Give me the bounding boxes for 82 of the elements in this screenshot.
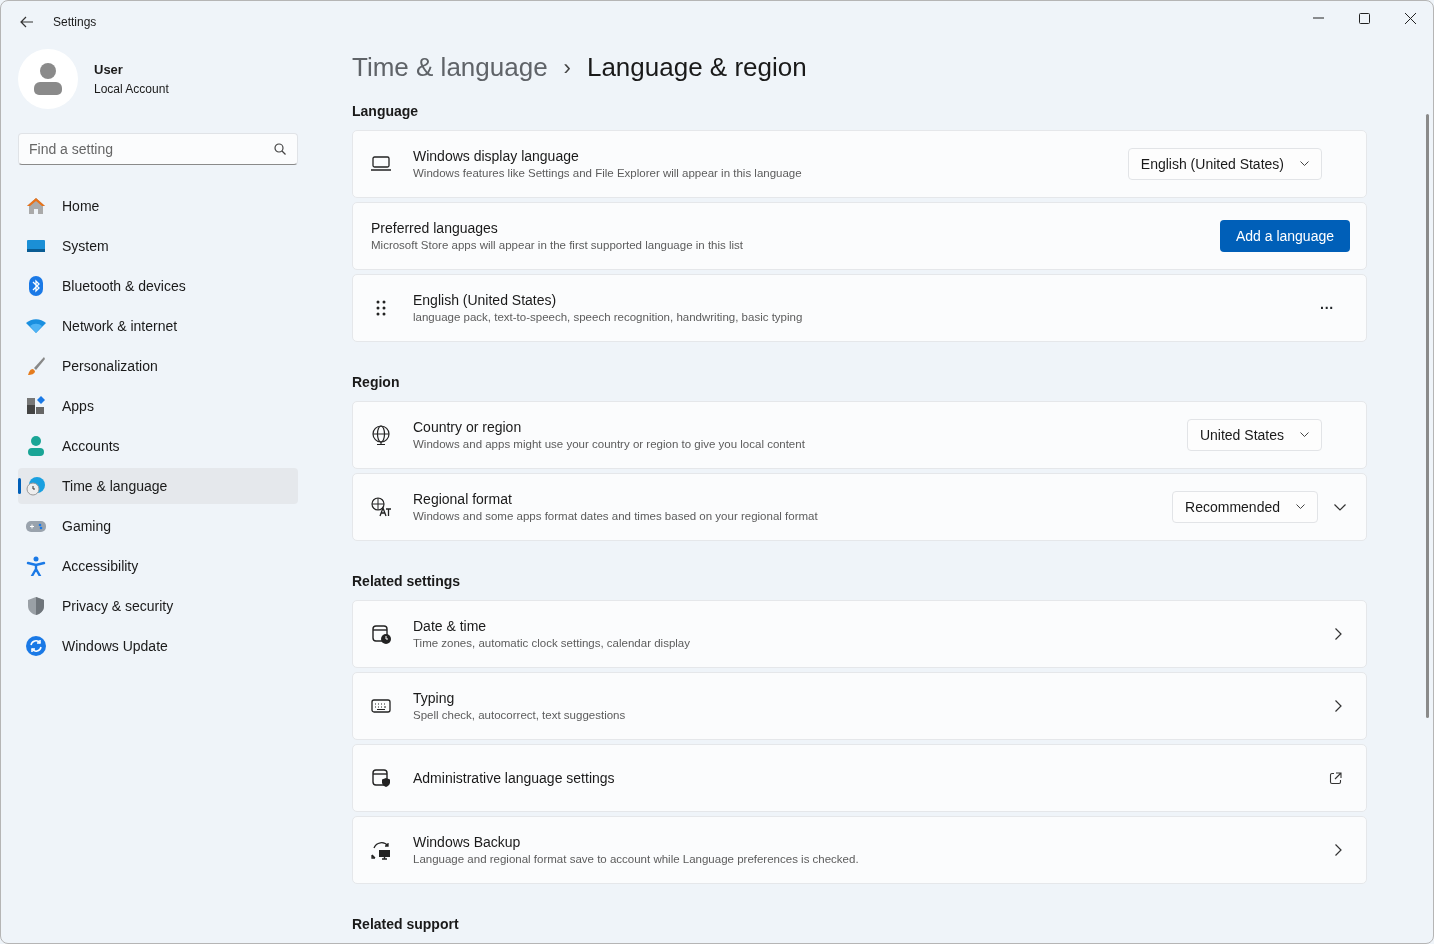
- minimize-icon: [1312, 17, 1324, 19]
- chevron-down-icon: [1300, 161, 1309, 167]
- settings-card[interactable]: Date & time Time zones, automatic clock settings, calendar display: [352, 600, 1367, 668]
- sidebar-item[interactable]: Network & internet: [18, 308, 298, 344]
- setting-title: Regional format: [413, 490, 513, 508]
- chevron-right-icon: [1335, 628, 1342, 640]
- sidebar-item[interactable]: Time & language: [18, 468, 298, 504]
- house-icon: [26, 196, 46, 216]
- chevron-right-icon: [1335, 844, 1342, 856]
- setting-title: English (United States): [413, 291, 558, 309]
- globe-clock-icon: [26, 476, 46, 496]
- bluetooth-icon: [26, 276, 46, 296]
- calendar-clock-icon: [371, 624, 391, 644]
- setting-description: Language and regional format save to account while Language preferences is checked.: [413, 852, 860, 867]
- settings-card[interactable]: Regional format Windows and some apps format dates and times based on your regional format Recommended: [352, 473, 1367, 541]
- maximize-icon: [1358, 12, 1370, 24]
- section-heading: Related support: [352, 915, 460, 934]
- apps-icon: [26, 396, 46, 416]
- setting-title: Windows display language: [413, 147, 580, 165]
- keyboard-icon: [371, 696, 391, 716]
- sync-icon: [26, 636, 46, 656]
- scrollbar-thumb[interactable]: [1426, 114, 1429, 718]
- window-title: Settings: [53, 13, 97, 31]
- dropdown[interactable]: United States: [1186, 419, 1322, 451]
- setting-title: Typing: [413, 689, 456, 707]
- laptop-icon: [371, 154, 391, 174]
- sidebar-item[interactable]: Windows Update: [18, 628, 298, 664]
- setting-title: Date & time: [413, 617, 488, 635]
- setting-title: Windows Backup: [413, 833, 522, 851]
- calendar-shield-icon: [371, 768, 391, 788]
- section-heading: Language: [352, 102, 420, 121]
- shield-icon: [26, 596, 46, 616]
- setting-description: Time zones, automatic clock settings, calendar display: [413, 636, 691, 651]
- dropdown[interactable]: English (United States): [1127, 148, 1322, 180]
- settings-card[interactable]: Windows Backup Language and regional format save to account while Language preferences is checked.: [352, 816, 1367, 884]
- sidebar-item[interactable]: Gaming: [18, 508, 298, 544]
- accessibility-icon: [26, 556, 46, 576]
- section-heading: Region: [352, 373, 401, 392]
- globe-letters-icon: [371, 497, 391, 517]
- settings-card[interactable]: Typing Spell check, autocorrect, text suggestions: [352, 672, 1367, 740]
- sidebar-item[interactable]: System: [18, 228, 298, 264]
- breadcrumb-separator: ›: [563, 54, 571, 82]
- setting-title: Country or region: [413, 418, 523, 436]
- sidebar-item[interactable]: Personalization: [18, 348, 298, 384]
- external-link-icon: [1329, 771, 1342, 785]
- setting-description: language pack, text-to-speech, speech recognition, handwriting, basic typing: [413, 310, 804, 325]
- page-title: Language & region: [586, 51, 807, 84]
- back-arrow-icon: [20, 15, 34, 28]
- dropdown[interactable]: Recommended: [1172, 491, 1318, 523]
- expand-icon[interactable]: [1334, 503, 1346, 511]
- sidebar-item[interactable]: Accounts: [18, 428, 298, 464]
- globe-icon: [371, 425, 391, 445]
- account-type: Local Account: [94, 80, 169, 98]
- chevron-down-icon: [1300, 432, 1309, 438]
- selection-indicator: [18, 478, 21, 494]
- setting-description: Windows and some apps format dates and times based on your regional format: [413, 509, 819, 524]
- sidebar-item[interactable]: Privacy & security: [18, 588, 298, 624]
- add-language-button[interactable]: Add a language: [1219, 220, 1350, 252]
- setting-description: Windows and apps might use your country or region to give you local content: [413, 437, 806, 452]
- chevron-right-icon: [1335, 700, 1342, 712]
- more-button[interactable]: ···: [1320, 297, 1334, 319]
- setting-description: Microsoft Store apps will appear in the first supported language in this list: [371, 238, 745, 253]
- section-heading: Related settings: [352, 572, 462, 591]
- person-icon: [26, 436, 46, 456]
- breadcrumb-link[interactable]: Time & language: [352, 48, 548, 87]
- paintbrush-icon: [26, 356, 46, 376]
- setting-title: Preferred languages: [371, 219, 499, 237]
- setting-description: Windows features like Settings and File Explorer will appear in this language: [413, 166, 803, 181]
- setting-description: Spell check, autocorrect, text suggestions: [413, 708, 627, 723]
- wifi-icon: [26, 316, 46, 336]
- settings-card[interactable]: Administrative language settings: [352, 744, 1367, 812]
- sidebar-item[interactable]: Bluetooth & devices: [18, 268, 298, 304]
- sync-monitor-icon: [371, 840, 391, 860]
- close-icon: [1404, 12, 1416, 24]
- setting-title: Administrative language settings: [413, 769, 616, 787]
- sidebar-item[interactable]: Home: [18, 188, 298, 224]
- user-name: User: [94, 61, 124, 80]
- sidebar-item[interactable]: Apps: [18, 388, 298, 424]
- search-icon: [274, 143, 286, 155]
- sidebar-item[interactable]: Accessibility: [18, 548, 298, 584]
- chevron-down-icon: [1296, 504, 1305, 510]
- search-field[interactable]: Find a setting: [18, 133, 298, 165]
